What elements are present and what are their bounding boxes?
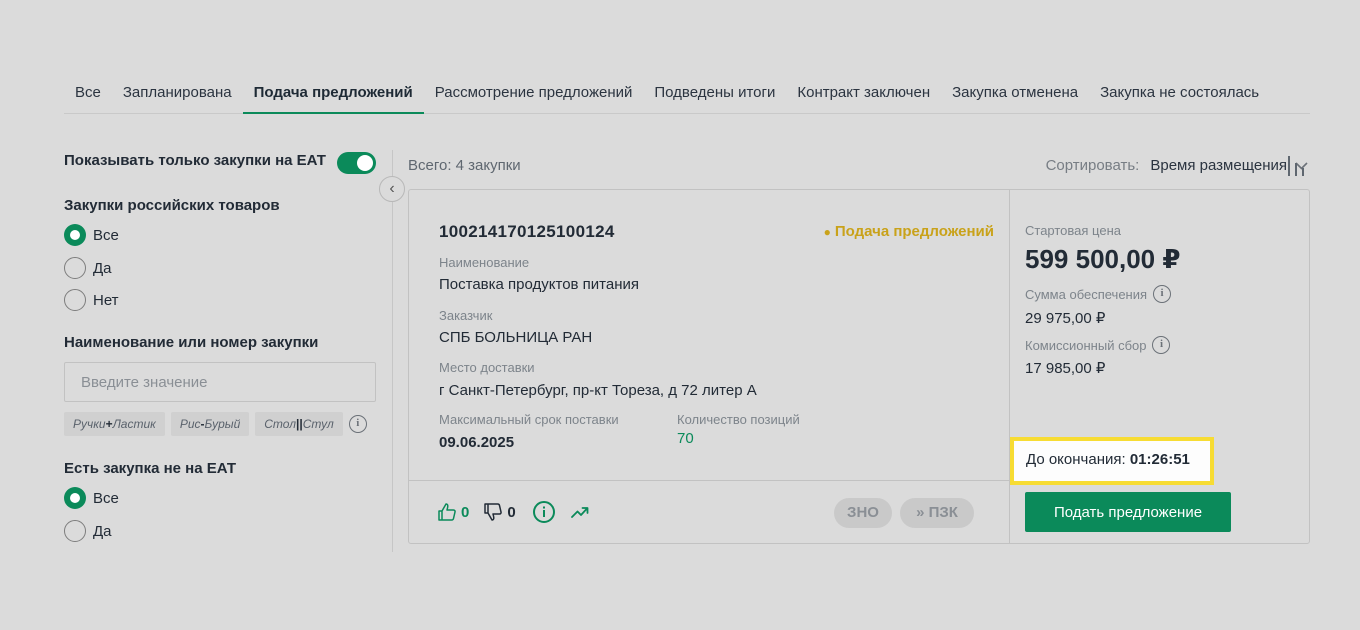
chevron-left-icon: ‹ [389,180,395,197]
radio-label: Все [93,226,119,244]
search-help-info-icon[interactable]: i [348,415,367,433]
search-hint-chip[interactable]: Стол||Стул [255,412,343,436]
max-term-label: Максимальный срок поставки [439,412,619,427]
non-eat-heading: Есть закупка не на ЕАТ [64,460,237,477]
max-term-value: 09.06.2025 [439,434,515,451]
customer-label: Заказчик [439,308,493,323]
pzk-button[interactable]: » ПЗК [900,498,974,528]
tab-planned[interactable]: Запланирована [112,74,243,114]
security-value: 29 975,00 ₽ [1025,310,1106,327]
deadline-countdown: До окончания: 01:26:51 [1010,437,1214,485]
radio-label: Все [93,489,119,507]
sort-control[interactable]: Сортировать: Время размещения [1046,157,1308,174]
dislike-button[interactable]: 0 [483,502,516,522]
name-label: Наименование [439,255,530,270]
radio-label: Нет [93,291,119,309]
procurement-number[interactable]: 100214170125100124 [439,222,615,242]
details-info-button[interactable] [532,500,556,524]
radio-label: Да [93,522,112,540]
sort-direction-icon[interactable] [1286,156,1306,176]
security-label: Сумма обеспечения i [1025,285,1172,303]
russian-goods-no-radio[interactable]: Нет [64,289,119,311]
russian-goods-yes-radio[interactable]: Да [64,257,112,279]
start-price-label: Стартовая цена [1025,223,1121,238]
thumbs-up-icon [438,503,456,521]
deadline-label: До окончания: [1026,451,1126,468]
info-icon [532,501,555,523]
submit-offer-button[interactable]: Подать предложение [1025,492,1231,532]
fee-label: Комиссионный сбор i [1025,336,1171,354]
dislike-count: 0 [507,503,516,521]
russian-goods-heading: Закупки российских товаров [64,197,280,214]
positions-count[interactable]: 70 [677,430,694,447]
search-hint-chip[interactable]: Ручки+Ластик [64,412,165,436]
tab-contract[interactable]: Контракт заключен [786,74,941,114]
status-badge: ● Подача предложений [823,223,994,240]
like-count: 0 [461,503,470,521]
tab-cancelled[interactable]: Закупка отменена [941,74,1089,114]
security-info-icon[interactable]: i [1153,285,1172,303]
search-heading: Наименование или номер закупки [64,334,319,351]
radio-label: Да [93,259,112,277]
eat-only-label: Показывать только закупки на ЕАТ [64,152,326,169]
russian-goods-all-radio[interactable]: Все [64,224,119,246]
zno-button[interactable]: ЗНО [834,498,892,528]
tab-results[interactable]: Подведены итоги [643,74,786,114]
delivery-address: г Санкт-Петербург, пр-кт Тореза, д 72 ли… [439,382,757,399]
procurement-card[interactable]: 100214170125100124 ● Подача предложений Н… [408,189,1310,544]
eat-only-toggle[interactable] [337,152,376,174]
radio-unchecked-icon [64,257,86,279]
tab-review[interactable]: Рассмотрение предложений [424,74,644,114]
search-input[interactable] [64,362,376,402]
tab-all[interactable]: Все [64,74,112,114]
trend-button[interactable] [570,502,590,522]
radio-checked-icon [64,224,86,246]
status-tabs: Все Запланирована Подача предложений Рас… [64,74,1310,114]
tab-submission[interactable]: Подача предложений [242,74,424,114]
radio-unchecked-icon [64,520,86,542]
procurement-name: Поставка продуктов питания [439,276,640,293]
search-hint-chip[interactable]: Рис-Бурый [170,412,250,436]
positions-label: Количество позиций [677,412,800,427]
deadline-timer: 01:26:51 [1129,451,1190,468]
radio-unchecked-icon [64,289,86,311]
collapse-sidebar-button[interactable]: ‹ [379,176,405,202]
search-hints: Ручки+Ластик Рис-Бурый Стол||Стул i [64,412,367,436]
card-divider [1009,190,1010,543]
fee-value: 17 985,00 ₽ [1025,360,1106,377]
card-divider [409,480,1009,481]
start-price-value: 599 500,00 ₽ [1025,244,1181,274]
fee-info-icon[interactable]: i [1152,336,1171,354]
non-eat-all-radio[interactable]: Все [64,487,119,509]
sidebar-divider [392,150,393,552]
results-total: Всего: 4 закупки [408,157,521,174]
non-eat-yes-radio[interactable]: Да [64,520,112,542]
customer-name: СПБ БОЛЬНИЦА РАН [439,329,593,346]
tab-failed[interactable]: Закупка не состоялась [1089,74,1270,114]
sort-value[interactable]: Время размещения [1150,157,1287,174]
eat-only-row: Показывать только закупки на ЕАТ [64,152,326,169]
delivery-label: Место доставки [439,360,535,375]
radio-checked-icon [64,487,86,509]
sort-label: Сортировать: [1045,157,1140,174]
card-actions: 0 0 [437,500,604,524]
thumbs-down-icon [484,503,503,521]
like-button[interactable]: 0 [437,502,469,522]
trending-up-icon [570,507,589,518]
